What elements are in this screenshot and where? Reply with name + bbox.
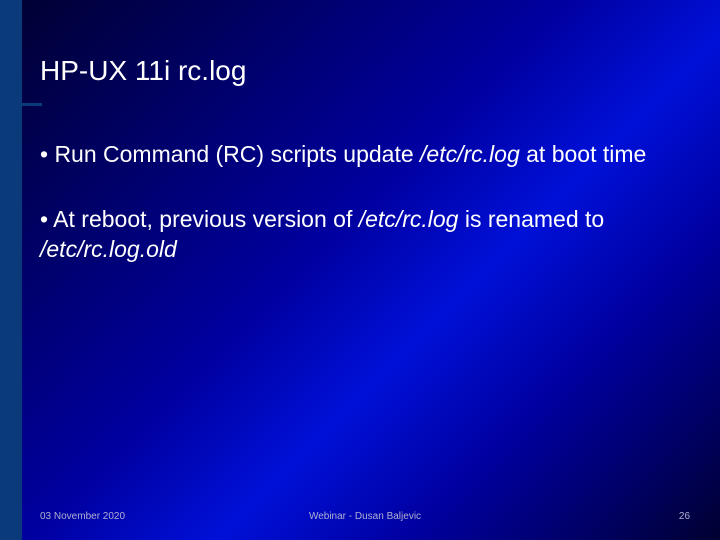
footer-center: Webinar - Dusan Baljevic [257, 511, 474, 522]
left-sidebar [0, 0, 22, 540]
slide-title: HP-UX 11i rc.log [40, 55, 690, 87]
bullet-1-italic: /etc/rc.log [420, 141, 520, 167]
title-area: HP-UX 11i rc.log [40, 55, 690, 87]
slide: HP-UX 11i rc.log • Run Command (RC) scri… [0, 0, 720, 540]
bullet-2: • At reboot, previous version of /etc/rc… [40, 205, 680, 265]
footer: 03 November 2020 Webinar - Dusan Baljevi… [40, 511, 690, 522]
footer-date: 03 November 2020 [40, 511, 257, 522]
bullet-2-italic1: /etc/rc.log [359, 206, 459, 232]
bullet-2-italic2: /etc/rc.log.old [40, 236, 177, 262]
content-area: • Run Command (RC) scripts update /etc/r… [40, 140, 680, 300]
title-underline [0, 103, 42, 106]
bullet-1-suffix: at boot time [520, 141, 647, 167]
bullet-2-prefix: • At reboot, previous version of [40, 206, 359, 232]
bullet-1: • Run Command (RC) scripts update /etc/r… [40, 140, 680, 170]
bullet-2-mid: is renamed to [458, 206, 604, 232]
bullet-1-prefix: • Run Command (RC) scripts update [40, 141, 420, 167]
footer-page: 26 [473, 511, 690, 522]
